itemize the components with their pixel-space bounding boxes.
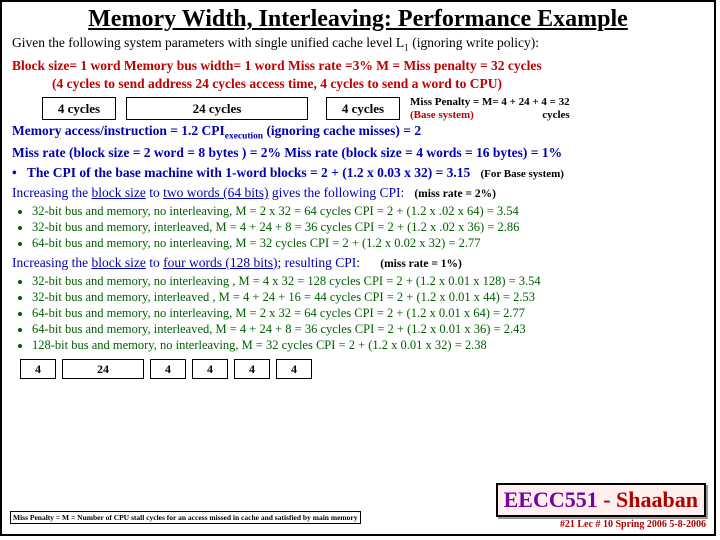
cycle-diagram-1: 4 cycles 24 cycles 4 cycles Miss Penalty… bbox=[42, 96, 704, 120]
sbox-4b: 4 bbox=[150, 359, 186, 379]
list-64: 32-bit bus and memory, no interleaving, … bbox=[12, 204, 704, 251]
sbox-4a: 4 bbox=[20, 359, 56, 379]
lec-info: #21 Lec # 10 Spring 2006 5-8-2006 bbox=[496, 519, 706, 530]
box-24: 24 cycles bbox=[126, 97, 308, 121]
list-128: 32-bit bus and memory, no interleaving ,… bbox=[12, 274, 704, 353]
box-4b: 4 cycles bbox=[326, 97, 400, 121]
cycle-diagram-2: 4 24 4 4 4 4 bbox=[20, 359, 704, 379]
increasing-64: Increasing the block size to two words (… bbox=[12, 185, 704, 202]
miss-rate-line: Miss rate (block size = 2 word = 8 bytes… bbox=[12, 145, 704, 161]
base-cpi: • The CPI of the base machine with 1-wor… bbox=[12, 165, 704, 181]
sbox-4e: 4 bbox=[276, 359, 312, 379]
sbox-4c: 4 bbox=[192, 359, 228, 379]
increasing-128: Increasing the block size to four words … bbox=[12, 255, 704, 272]
tiny-footnote: Miss Penalty = M = Number of CPU stall c… bbox=[10, 511, 361, 524]
mem-access-line: Memory access/instruction = 1.2 CPIexecu… bbox=[12, 123, 704, 143]
page-title: Memory Width, Interleaving: Performance … bbox=[2, 6, 714, 33]
sbox-4d: 4 bbox=[234, 359, 270, 379]
given-text: Given the following system parameters wi… bbox=[12, 35, 704, 55]
penalty-note: Miss Penalty = M= 4 + 24 + 4 = 32 (Base … bbox=[410, 96, 570, 120]
params-line1: Block size= 1 word Memory bus width= 1 w… bbox=[12, 58, 704, 74]
box-4a: 4 cycles bbox=[42, 97, 116, 121]
sbox-24: 24 bbox=[62, 359, 144, 379]
footer: EECC551 - Shaaban #21 Lec # 10 Spring 20… bbox=[496, 483, 706, 530]
params-line2: (4 cycles to send address 24 cycles acce… bbox=[52, 76, 704, 92]
course-box: EECC551 - Shaaban bbox=[496, 483, 706, 517]
